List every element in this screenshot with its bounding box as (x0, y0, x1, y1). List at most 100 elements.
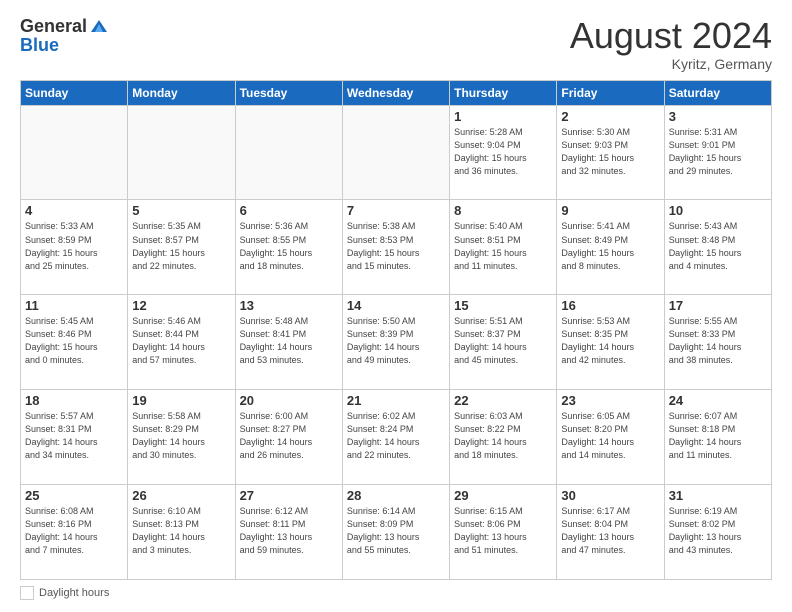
day-info: Sunrise: 5:57 AMSunset: 8:31 PMDaylight:… (25, 410, 123, 462)
day-number: 28 (347, 488, 445, 503)
col-header-monday: Monday (128, 80, 235, 105)
calendar-cell: 30 Sunrise: 6:17 AMSunset: 8:04 PMDayligh… (557, 485, 664, 580)
calendar-cell: 26Sunrise: 6:10 AMSunset: 8:13 PMDayligh… (128, 485, 235, 580)
logo-icon (89, 16, 109, 36)
day-info: Sunrise: 5:40 AMSunset: 8:51 PMDaylight:… (454, 220, 552, 272)
location-subtitle: Kyritz, Germany (570, 56, 772, 72)
day-info: Sunrise: 5:46 AMSunset: 8:44 PMDaylight:… (132, 315, 230, 367)
header: General Blue August 2024 Kyritz, Germany (20, 16, 772, 72)
calendar-cell: 8 Sunrise: 5:40 AMSunset: 8:51 PMDaylight… (450, 200, 557, 295)
col-header-thursday: Thursday (450, 80, 557, 105)
day-info: Sunrise: 6:08 AMSunset: 8:16 PMDaylight:… (25, 505, 123, 557)
day-info: Sunrise: 5:48 AMSunset: 8:41 PMDaylight:… (240, 315, 338, 367)
day-number: 20 (240, 393, 338, 408)
day-number: 18 (25, 393, 123, 408)
day-number: 6 (240, 203, 338, 218)
day-number: 16 (561, 298, 659, 313)
calendar-cell (21, 105, 128, 200)
calendar-cell: 3 Sunrise: 5:31 AMSunset: 9:01 PMDaylight… (664, 105, 771, 200)
day-number: 22 (454, 393, 552, 408)
calendar-cell: 22Sunrise: 6:03 AMSunset: 8:22 PMDayligh… (450, 390, 557, 485)
calendar-cell: 24Sunrise: 6:07 AMSunset: 8:18 PMDayligh… (664, 390, 771, 485)
day-info: Sunrise: 6:17 AMSunset: 8:04 PMDaylight:… (561, 505, 659, 557)
day-info: Sunrise: 5:50 AMSunset: 8:39 PMDaylight:… (347, 315, 445, 367)
month-title: August 2024 (570, 16, 772, 56)
calendar-footer: Daylight hours (20, 586, 772, 600)
day-number: 25 (25, 488, 123, 503)
calendar-cell: 17 Sunrise: 5:55 AMSunset: 8:33 PMDayligh… (664, 295, 771, 390)
calendar-cell: 1 Sunrise: 5:28 AMSunset: 9:04 PMDaylight… (450, 105, 557, 200)
col-header-wednesday: Wednesday (342, 80, 449, 105)
day-number: 27 (240, 488, 338, 503)
day-info: Sunrise: 6:12 AMSunset: 8:11 PMDaylight:… (240, 505, 338, 557)
day-info: Sunrise: 5:36 AMSunset: 8:55 PMDaylight:… (240, 220, 338, 272)
day-info: Sunrise: 5:28 AMSunset: 9:04 PMDaylight:… (454, 126, 552, 178)
day-number: 24 (669, 393, 767, 408)
calendar-cell: 31Sunrise: 6:19 AMSunset: 8:02 PMDayligh… (664, 485, 771, 580)
title-section: August 2024 Kyritz, Germany (570, 16, 772, 72)
calendar-cell: 27 Sunrise: 6:12 AMSunset: 8:11 PMDayligh… (235, 485, 342, 580)
calendar-cell: 6 Sunrise: 5:36 AMSunset: 8:55 PMDaylight… (235, 200, 342, 295)
col-header-tuesday: Tuesday (235, 80, 342, 105)
calendar-cell: 10Sunrise: 5:43 AMSunset: 8:48 PMDayligh… (664, 200, 771, 295)
day-number: 17 (669, 298, 767, 313)
calendar-cell: 4Sunrise: 5:33 AMSunset: 8:59 PMDaylight… (21, 200, 128, 295)
day-number: 12 (132, 298, 230, 313)
calendar-week-row: 18 Sunrise: 5:57 AMSunset: 8:31 PMDayligh… (21, 390, 772, 485)
day-number: 2 (561, 109, 659, 124)
day-info: Sunrise: 5:45 AMSunset: 8:46 PMDaylight:… (25, 315, 123, 367)
col-header-friday: Friday (557, 80, 664, 105)
calendar-cell: 5 Sunrise: 5:35 AMSunset: 8:57 PMDaylight… (128, 200, 235, 295)
calendar-week-row: 4Sunrise: 5:33 AMSunset: 8:59 PMDaylight… (21, 200, 772, 295)
day-info: Sunrise: 5:55 AMSunset: 8:33 PMDaylight:… (669, 315, 767, 367)
day-info: Sunrise: 5:41 AMSunset: 8:49 PMDaylight:… (561, 220, 659, 272)
calendar-week-row: 11Sunrise: 5:45 AMSunset: 8:46 PMDayligh… (21, 295, 772, 390)
day-info: Sunrise: 5:38 AMSunset: 8:53 PMDaylight:… (347, 220, 445, 272)
calendar-cell (342, 105, 449, 200)
calendar-cell: 21Sunrise: 6:02 AMSunset: 8:24 PMDayligh… (342, 390, 449, 485)
day-number: 1 (454, 109, 552, 124)
day-info: Sunrise: 6:15 AMSunset: 8:06 PMDaylight:… (454, 505, 552, 557)
day-number: 29 (454, 488, 552, 503)
col-header-sunday: Sunday (21, 80, 128, 105)
day-number: 10 (669, 203, 767, 218)
day-info: Sunrise: 5:35 AMSunset: 8:57 PMDaylight:… (132, 220, 230, 272)
calendar-cell: 11Sunrise: 5:45 AMSunset: 8:46 PMDayligh… (21, 295, 128, 390)
day-info: Sunrise: 5:30 AMSunset: 9:03 PMDaylight:… (561, 126, 659, 178)
day-info: Sunrise: 5:33 AMSunset: 8:59 PMDaylight:… (25, 220, 123, 272)
day-number: 8 (454, 203, 552, 218)
calendar-cell: 19 Sunrise: 5:58 AMSunset: 8:29 PMDayligh… (128, 390, 235, 485)
day-number: 14 (347, 298, 445, 313)
day-info: Sunrise: 6:05 AMSunset: 8:20 PMDaylight:… (561, 410, 659, 462)
day-number: 13 (240, 298, 338, 313)
calendar-header-row: SundayMondayTuesdayWednesdayThursdayFrid… (21, 80, 772, 105)
calendar-cell: 13 Sunrise: 5:48 AMSunset: 8:41 PMDayligh… (235, 295, 342, 390)
day-info: Sunrise: 6:14 AMSunset: 8:09 PMDaylight:… (347, 505, 445, 557)
day-info: Sunrise: 5:58 AMSunset: 8:29 PMDaylight:… (132, 410, 230, 462)
day-number: 9 (561, 203, 659, 218)
calendar-cell: 9 Sunrise: 5:41 AMSunset: 8:49 PMDaylight… (557, 200, 664, 295)
day-number: 5 (132, 203, 230, 218)
calendar-cell: 18 Sunrise: 5:57 AMSunset: 8:31 PMDayligh… (21, 390, 128, 485)
day-info: Sunrise: 5:53 AMSunset: 8:35 PMDaylight:… (561, 315, 659, 367)
calendar-week-row: 1 Sunrise: 5:28 AMSunset: 9:04 PMDaylight… (21, 105, 772, 200)
day-number: 30 (561, 488, 659, 503)
calendar-cell: 7Sunrise: 5:38 AMSunset: 8:53 PMDaylight… (342, 200, 449, 295)
calendar-cell: 28 Sunrise: 6:14 AMSunset: 8:09 PMDayligh… (342, 485, 449, 580)
day-number: 3 (669, 109, 767, 124)
day-number: 21 (347, 393, 445, 408)
calendar-cell: 29 Sunrise: 6:15 AMSunset: 8:06 PMDayligh… (450, 485, 557, 580)
calendar-cell: 15Sunrise: 5:51 AMSunset: 8:37 PMDayligh… (450, 295, 557, 390)
calendar-table: SundayMondayTuesdayWednesdayThursdayFrid… (20, 80, 772, 580)
day-number: 19 (132, 393, 230, 408)
day-info: Sunrise: 6:19 AMSunset: 8:02 PMDaylight:… (669, 505, 767, 557)
day-info: Sunrise: 5:31 AMSunset: 9:01 PMDaylight:… (669, 126, 767, 178)
calendar-cell: 12 Sunrise: 5:46 AMSunset: 8:44 PMDayligh… (128, 295, 235, 390)
calendar-cell: 25 Sunrise: 6:08 AMSunset: 8:16 PMDayligh… (21, 485, 128, 580)
calendar-cell (235, 105, 342, 200)
daylight-label: Daylight hours (39, 587, 109, 599)
day-info: Sunrise: 5:51 AMSunset: 8:37 PMDaylight:… (454, 315, 552, 367)
calendar-cell: 14 Sunrise: 5:50 AMSunset: 8:39 PMDayligh… (342, 295, 449, 390)
calendar-cell: 20Sunrise: 6:00 AMSunset: 8:27 PMDayligh… (235, 390, 342, 485)
day-number: 23 (561, 393, 659, 408)
